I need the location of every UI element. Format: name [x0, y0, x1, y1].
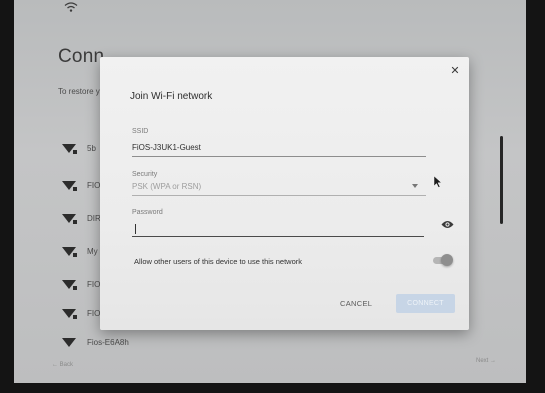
wifi-signal-icon [62, 309, 77, 319]
security-underline [132, 195, 426, 196]
network-item[interactable]: 5b [62, 141, 96, 155]
toggle-knob [441, 254, 453, 266]
screen: Conn To restore y 5b FIO DIR My FIO FIO … [14, 0, 526, 383]
network-item[interactable]: FIO [62, 277, 100, 291]
wifi-signal-icon [62, 214, 77, 224]
chevron-down-icon[interactable] [412, 184, 418, 188]
network-name: 5b [87, 143, 96, 153]
network-name: My [87, 246, 98, 256]
wifi-signal-icon [62, 144, 77, 154]
network-item[interactable]: DIR [62, 211, 101, 225]
wifi-signal-icon [62, 247, 77, 257]
network-name: FIO [87, 279, 101, 289]
allow-other-users-toggle[interactable] [431, 254, 453, 266]
network-name: Fios-E6A8h [87, 337, 129, 347]
password-label: Password [132, 209, 163, 216]
page-subtitle: To restore y [58, 87, 100, 96]
network-name: FIO [87, 308, 101, 318]
cancel-button[interactable]: CANCEL [340, 299, 372, 308]
next-button[interactable]: Next → [476, 358, 496, 364]
network-item[interactable]: My [62, 244, 98, 258]
network-item[interactable]: FIO [62, 178, 100, 192]
network-item[interactable]: Fios-E6A8h [62, 335, 129, 349]
security-select[interactable]: PSK (WPA or RSN) [132, 182, 201, 191]
ssid-label: SSID [132, 128, 149, 135]
security-label: Security [132, 171, 158, 178]
back-button[interactable]: ← Back [52, 362, 73, 368]
eye-icon[interactable] [441, 220, 454, 229]
ssid-underline [132, 156, 426, 157]
text-caret [135, 224, 136, 234]
mouse-pointer-icon [433, 175, 443, 188]
wifi-signal-icon [62, 181, 77, 191]
allow-other-users-label: Allow other users of this device to use … [134, 257, 302, 266]
dialog-title: Join Wi-Fi network [130, 91, 213, 102]
network-name: FIO [87, 180, 101, 190]
ssid-field[interactable]: FiOS-J3UK1-Guest [132, 143, 201, 152]
join-wifi-dialog: ✕ Join Wi-Fi network SSID FiOS-J3UK1-Gue… [100, 57, 469, 330]
network-item[interactable]: FIO [62, 306, 100, 320]
wifi-signal-icon [62, 280, 77, 290]
page-title: Conn [58, 46, 105, 67]
connect-button[interactable]: CONNECT [396, 294, 455, 313]
network-name: DIR [87, 213, 101, 223]
wifi-signal-icon [62, 338, 76, 347]
close-icon[interactable]: ✕ [449, 65, 461, 77]
wifi-status-icon [64, 2, 78, 12]
scrollbar[interactable] [500, 136, 503, 224]
password-input[interactable] [132, 223, 424, 237]
